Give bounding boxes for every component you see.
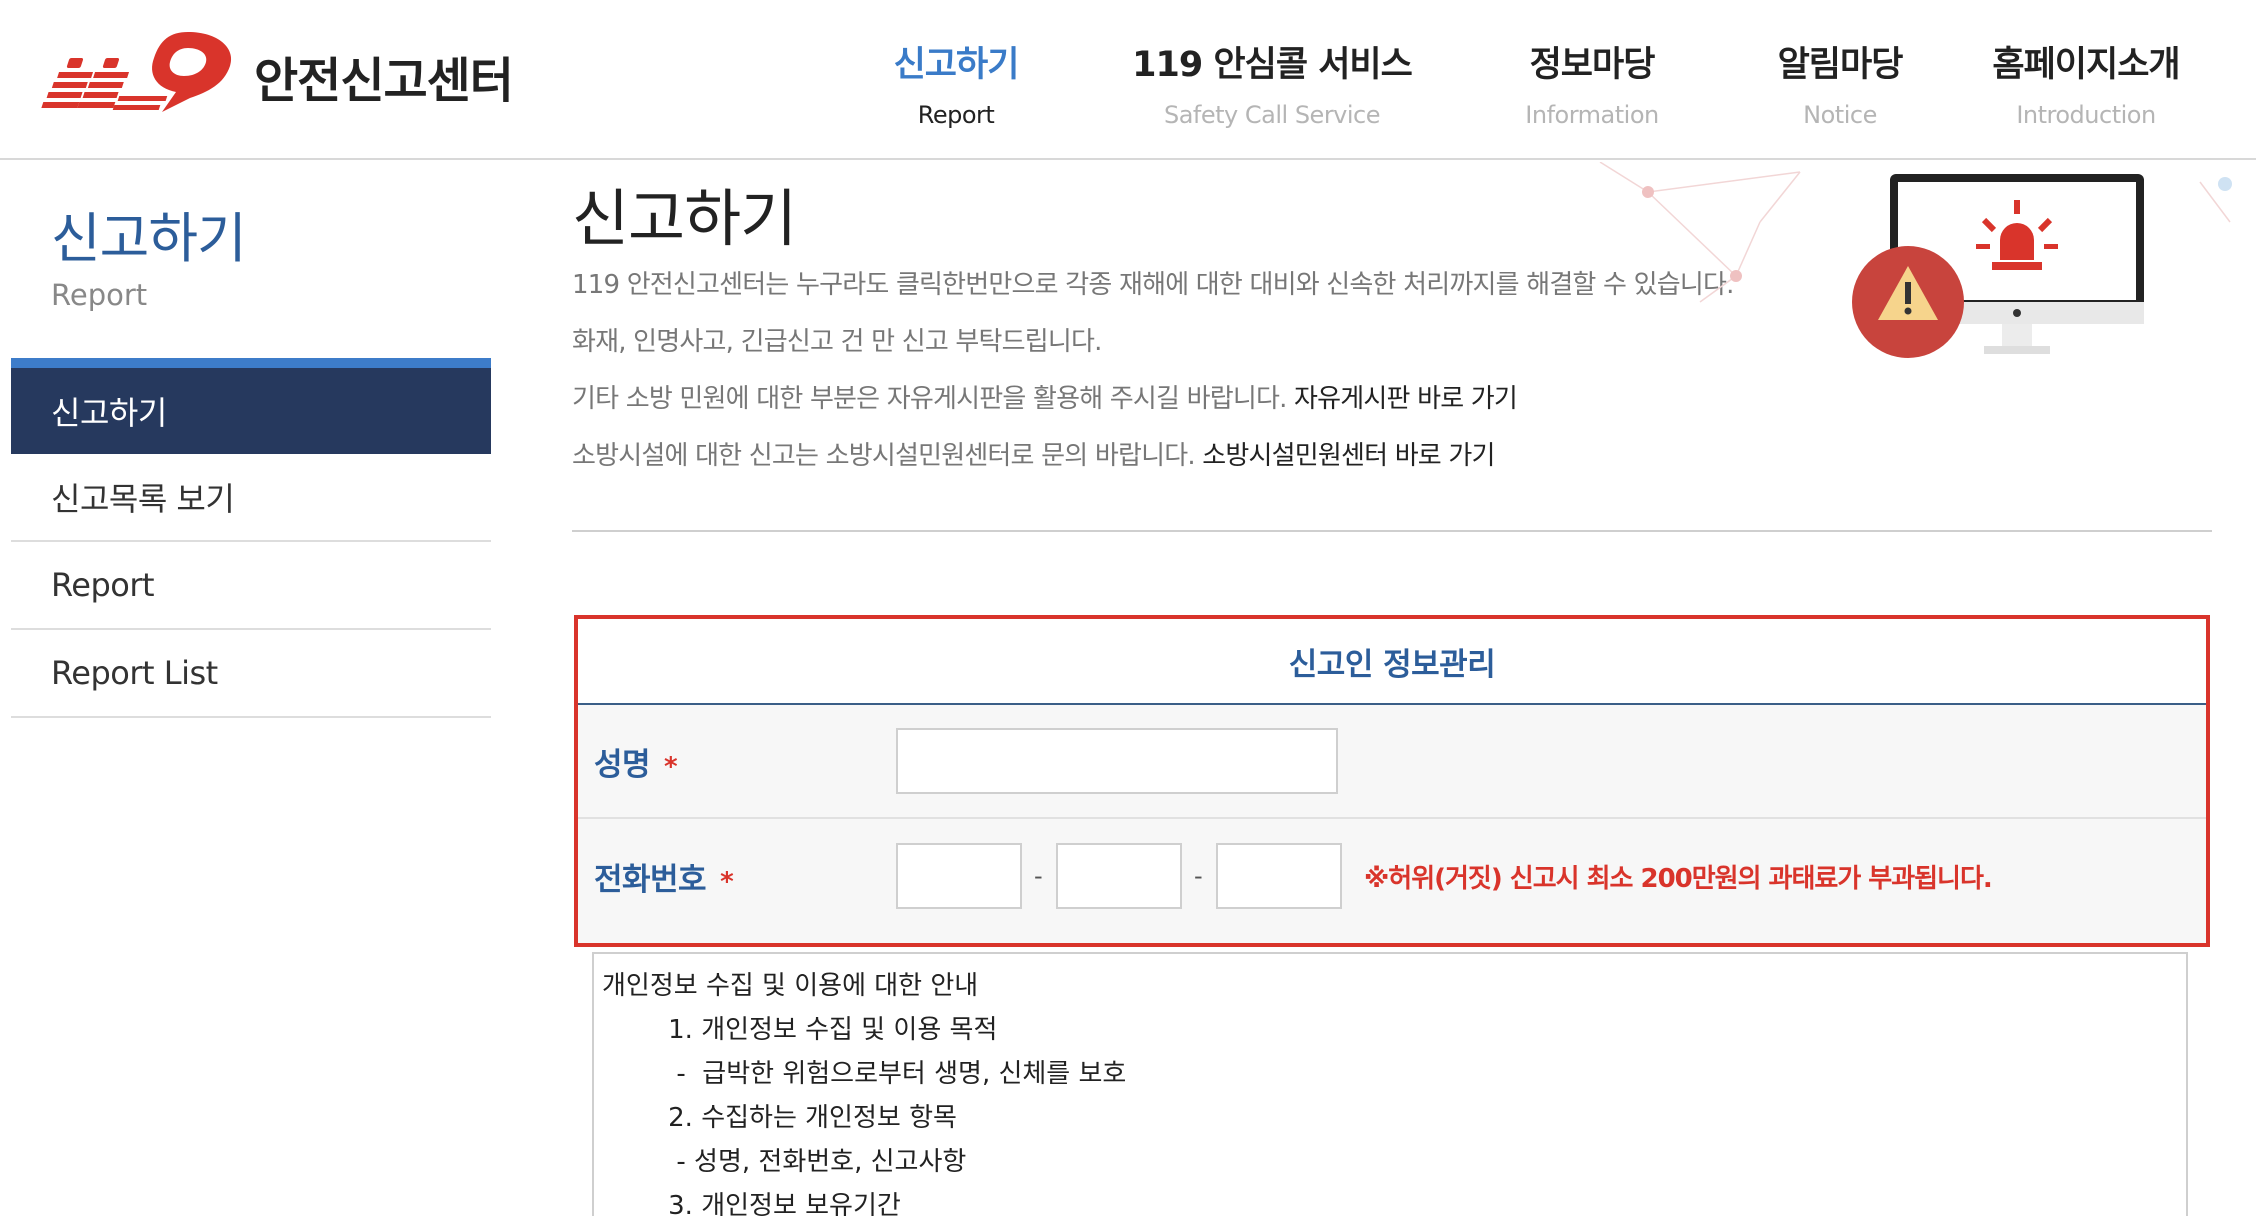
false-report-warning: ※허위(거짓) 신고시 최소 200만원의 과태료가 부과됩니다. [1364, 863, 1993, 894]
fire-facility-center-link[interactable]: 소방시설민원센터 바로 가기 [1202, 441, 1495, 471]
logo-text: 안전신고센터 [254, 53, 514, 109]
nav-report-sub: Report [917, 101, 995, 129]
nav-notice[interactable]: 알림마당 Notice [1768, 36, 1912, 129]
warning-icon [1852, 246, 1964, 358]
site-logo[interactable]: 안전신고센터 [38, 26, 518, 126]
sidebar-item-report-list-ko[interactable]: 신고목록 보기 [11, 454, 491, 542]
section-divider [572, 530, 2212, 532]
nav-introduction[interactable]: 홈페이지소개 Introduction [1986, 36, 2186, 129]
required-mark: * [664, 751, 678, 782]
privacy-line: 3. 개인정보 보유기간 [602, 1191, 901, 1216]
logo-119-mark [41, 32, 232, 112]
page-title: 신고하기 [572, 182, 797, 255]
sidebar-subtitle: Report [51, 278, 148, 312]
phone-label-text: 전화번호 [594, 861, 707, 898]
nav-introduction-sub: Introduction [2016, 101, 2156, 129]
network-node [1642, 186, 1654, 198]
description-line-2: 화재, 인명사고, 긴급신고 건 만 신고 부탁드립니다. [572, 327, 1102, 357]
phone-label: 전화번호 * [594, 854, 734, 899]
description-line-4-text: 소방시설에 대한 신고는 소방시설민원센터로 문의 바랍니다. [572, 441, 1196, 471]
nav-report-label: 신고하기 [893, 45, 1020, 85]
phone-dash: - [1194, 862, 1203, 890]
sidebar-title: 신고하기 [51, 207, 247, 270]
name-label-text: 성명 [594, 746, 651, 783]
phone-part-3-input[interactable] [1216, 843, 1342, 909]
name-input[interactable] [896, 728, 1338, 794]
privacy-line: - 성명, 전화번호, 신고사항 [602, 1147, 967, 1177]
nav-safety-call-sub: Safety Call Service [1163, 101, 1381, 129]
required-mark: * [720, 866, 734, 897]
nav-information[interactable]: 정보마당 Information [1520, 36, 1664, 129]
site-header: 안전신고센터 신고하기 Report 119 안심콜 서비스 Safety Ca… [0, 0, 2256, 160]
sidebar-item-report[interactable]: 신고하기 [11, 358, 491, 454]
reporter-info-form: 신고인 정보관리 성명 * 전화번호 * - - ※허위(거짓) 신고시 최소 20… [574, 615, 2210, 947]
report-alert-illustration [1599, 162, 2232, 358]
name-label: 성명 * [594, 739, 678, 784]
nav-safety-call-label: 119 안심콜 서비스 [1132, 45, 1413, 85]
privacy-line: 1. 개인정보 수집 및 이용 목적 [602, 1015, 998, 1045]
description-line-4: 소방시설에 대한 신고는 소방시설민원센터로 문의 바랍니다. 소방시설민원센터… [572, 435, 1495, 472]
network-node [2218, 177, 2232, 191]
nav-information-label: 정보마당 [1529, 45, 1656, 85]
privacy-notice-textarea[interactable]: 개인정보 수집 및 이용에 대한 안내 1. 개인정보 수집 및 이용 목적 -… [592, 952, 2188, 1216]
sidebar-item-report-en[interactable]: Report [11, 542, 491, 630]
privacy-line: - 급박한 위험으로부터 생명, 신체를 보호 [602, 1059, 1127, 1089]
nav-report[interactable]: 신고하기 Report [888, 36, 1024, 129]
network-node [1730, 270, 1742, 282]
phone-part-1-input[interactable] [896, 843, 1022, 909]
nav-notice-label: 알림마당 [1777, 45, 1904, 85]
sidebar-item-report-list-en[interactable]: Report List [11, 630, 491, 718]
nav-introduction-label: 홈페이지소개 [1992, 45, 2180, 85]
name-row: 성명 * [578, 705, 2206, 819]
nav-safety-call[interactable]: 119 안심콜 서비스 Safety Call Service [1126, 36, 1418, 129]
nav-information-sub: Information [1525, 101, 1659, 129]
nav-notice-sub: Notice [1803, 101, 1877, 129]
free-board-link[interactable]: 자유게시판 바로 가기 [1294, 384, 1518, 414]
privacy-line: 개인정보 수집 및 이용에 대한 안내 [602, 971, 979, 1001]
phone-part-2-input[interactable] [1056, 843, 1182, 909]
phone-row: 전화번호 * - - ※허위(거짓) 신고시 최소 200만원의 과태료가 부과됩… [578, 819, 2206, 933]
phone-dash: - [1034, 862, 1043, 890]
description-line-3: 기타 소방 민원에 대한 부분은 자유게시판을 활용해 주시길 바랍니다. 자유… [572, 378, 1518, 415]
sidebar-menu: 신고하기 신고목록 보기 Report Report List [11, 358, 491, 718]
description-line-3-text: 기타 소방 민원에 대한 부분은 자유게시판을 활용해 주시길 바랍니다. [572, 384, 1287, 414]
privacy-line: 2. 수집하는 개인정보 항목 [602, 1103, 957, 1133]
form-title: 신고인 정보관리 [578, 619, 2206, 705]
